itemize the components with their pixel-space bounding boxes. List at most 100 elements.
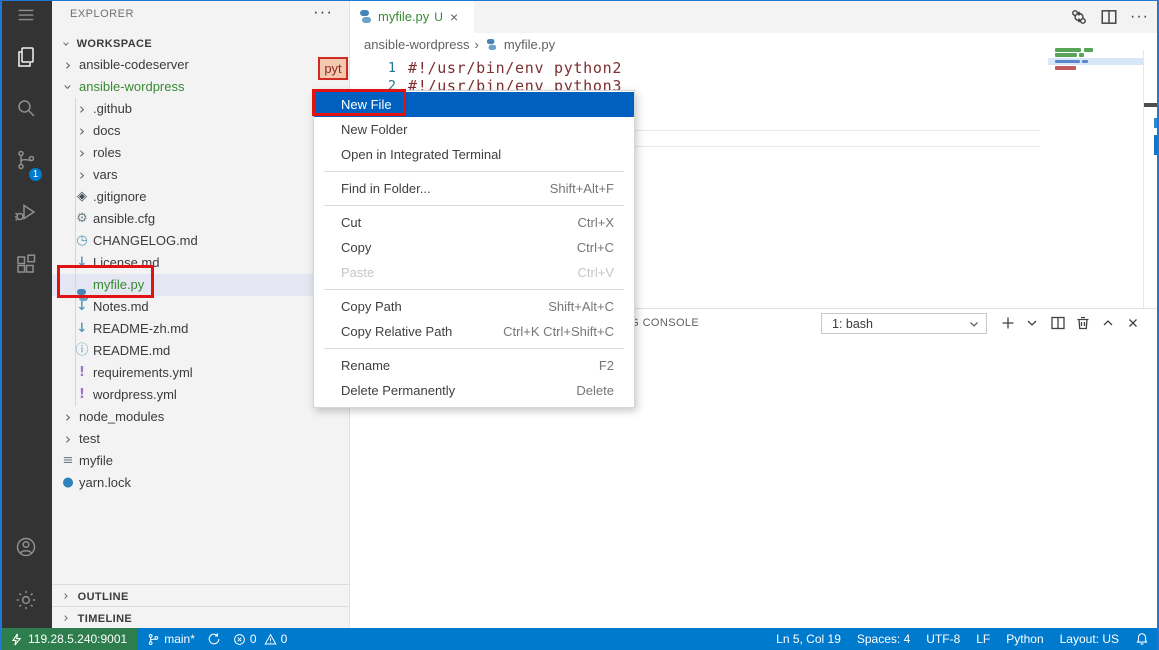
tree-item[interactable]: ≡ myfile	[52, 450, 349, 472]
menu-item-shortcut: Shift+Alt+F	[550, 176, 614, 201]
menu-item[interactable]: Copy Path Shift+Alt+C	[314, 294, 634, 319]
close-icon[interactable]: ×	[450, 9, 458, 25]
run-debug-icon[interactable]	[0, 188, 52, 236]
config-icon: ⚙	[74, 208, 90, 230]
tree-item[interactable]: myfile.py	[52, 274, 349, 296]
cursor-position[interactable]: Ln 5, Col 19	[776, 632, 841, 646]
chevron-down-icon: ›	[58, 79, 78, 95]
menu-item[interactable]: Delete Permanently Delete	[314, 378, 634, 403]
close-panel-icon[interactable]	[1123, 313, 1143, 333]
yaml-icon: !	[74, 384, 90, 406]
error-icon	[233, 633, 246, 646]
problems-status[interactable]: 0 0	[233, 632, 287, 646]
menu-item-label: Copy	[341, 235, 577, 260]
workspace-section-header[interactable]: › WORKSPACE	[52, 32, 349, 54]
account-icon[interactable]	[0, 523, 52, 571]
menu-item[interactable]: Cut Ctrl+X	[314, 210, 634, 235]
language-mode[interactable]: Python	[1006, 632, 1043, 646]
remote-icon	[10, 633, 23, 646]
overview-mark	[1154, 118, 1157, 128]
yarn-icon: ●	[60, 472, 76, 494]
menu-item[interactable]: Find in Folder... Shift+Alt+F	[314, 176, 634, 201]
yaml-icon: !	[74, 362, 90, 384]
tree-item[interactable]: ⚙ ansible.cfg	[52, 208, 349, 230]
tree-item[interactable]: ! wordpress.yml	[52, 384, 349, 406]
keyboard-layout[interactable]: Layout: US	[1060, 632, 1119, 646]
terminal-select[interactable]: 1: bash	[821, 313, 987, 334]
tree-item[interactable]: ↓ README-zh.md	[52, 318, 349, 340]
terminal-dropdown-icon[interactable]	[1022, 313, 1042, 333]
tree-item[interactable]: ! requirements.yml	[52, 362, 349, 384]
extensions-icon[interactable]	[0, 240, 52, 288]
menu-item[interactable]: New Folder	[314, 117, 634, 142]
encoding[interactable]: UTF-8	[926, 632, 960, 646]
tree-item[interactable]: › ansible-wordpress	[52, 76, 349, 98]
source-control-icon[interactable]	[0, 136, 52, 184]
context-menu: New File New Folder Open in Integrated T…	[313, 90, 635, 408]
tree-item[interactable]: › ansible-codeserver	[52, 54, 349, 76]
minimap-line	[1082, 60, 1088, 64]
menu-separator	[324, 171, 624, 172]
menu-item[interactable]: Rename F2	[314, 353, 634, 378]
menu-item-label: Open in Integrated Terminal	[341, 142, 614, 167]
eol-sequence[interactable]: LF	[976, 632, 990, 646]
menu-item[interactable]: Paste Ctrl+V	[314, 260, 634, 285]
breadcrumb-separator: ›	[475, 37, 479, 52]
more-actions-icon[interactable]: ···	[1130, 8, 1149, 26]
tree-item-label: docs	[93, 120, 120, 142]
tab-myfile[interactable]: myfile.py U ×	[350, 0, 474, 33]
menu-item[interactable]: New File	[314, 92, 634, 117]
scm-badge: 1	[27, 166, 44, 183]
new-terminal-button[interactable]	[998, 313, 1018, 333]
info-icon: ⓘ	[74, 340, 90, 362]
menu-item-shortcut: Ctrl+K Ctrl+Shift+C	[503, 319, 614, 344]
breadcrumb-file[interactable]: myfile.py	[504, 37, 555, 52]
tree-item[interactable]: › .github	[52, 98, 349, 120]
tree-item[interactable]: ◈ .gitignore	[52, 186, 349, 208]
tree-item[interactable]: ◷ CHANGELOG.md	[52, 230, 349, 252]
explorer-icon[interactable]	[0, 33, 52, 81]
warning-count: 0	[281, 632, 288, 646]
split-editor-icon[interactable]	[1100, 8, 1118, 26]
kill-terminal-icon[interactable]	[1073, 313, 1093, 333]
menu-item-label: Copy Relative Path	[341, 319, 503, 344]
git-branch-status[interactable]: main*	[147, 632, 195, 646]
tree-item[interactable]: › test	[52, 428, 349, 450]
menu-icon[interactable]	[0, 0, 52, 30]
tree-item-label: roles	[93, 142, 121, 164]
minimap-line	[1055, 60, 1080, 64]
settings-gear-icon[interactable]	[0, 576, 52, 624]
tree-item[interactable]: ⓘ README.md	[52, 340, 349, 362]
tree-item[interactable]: ↓ Notes.md	[52, 296, 349, 318]
notifications-bell-icon[interactable]	[1135, 632, 1149, 646]
minimap-line	[1079, 53, 1084, 57]
open-changes-icon[interactable]	[1070, 8, 1088, 26]
sidebar-more-actions[interactable]: ···	[313, 2, 333, 22]
tree-item[interactable]: › docs	[52, 120, 349, 142]
explorer-sidebar: EXPLORER ··· › WORKSPACE › ansible-codes…	[52, 0, 350, 628]
outline-section[interactable]: › OUTLINE	[52, 584, 349, 606]
branch-icon	[147, 633, 160, 646]
maximize-panel-icon[interactable]	[1098, 313, 1118, 333]
editor-scrollbar[interactable]	[1143, 50, 1159, 308]
code-text: #!/usr/bin/env python2	[408, 59, 622, 77]
python-icon	[358, 9, 373, 24]
remote-indicator[interactable]: 119.28.5.240:9001	[0, 628, 137, 650]
tree-item[interactable]: ↓ License.md	[52, 252, 349, 274]
menu-item-shortcut: F2	[599, 353, 614, 378]
tree-item[interactable]: › node_modules	[52, 406, 349, 428]
tree-item[interactable]: ● yarn.lock	[52, 472, 349, 494]
breadcrumb-folder[interactable]: ansible-wordpress	[364, 37, 470, 52]
menu-item[interactable]: Open in Integrated Terminal	[314, 142, 634, 167]
tree-item[interactable]: › roles	[52, 142, 349, 164]
menu-item[interactable]: Copy Ctrl+C	[314, 235, 634, 260]
chevron-right-icon: ›	[58, 608, 74, 629]
search-icon[interactable]	[0, 84, 52, 132]
sync-button[interactable]	[207, 632, 221, 646]
menu-item[interactable]: Copy Relative Path Ctrl+K Ctrl+Shift+C	[314, 319, 634, 344]
timeline-section[interactable]: › TIMELINE	[52, 606, 349, 628]
tree-item[interactable]: › vars	[52, 164, 349, 186]
minimap[interactable]	[1048, 44, 1143, 84]
split-terminal-icon[interactable]	[1048, 313, 1068, 333]
indentation[interactable]: Spaces: 4	[857, 632, 910, 646]
